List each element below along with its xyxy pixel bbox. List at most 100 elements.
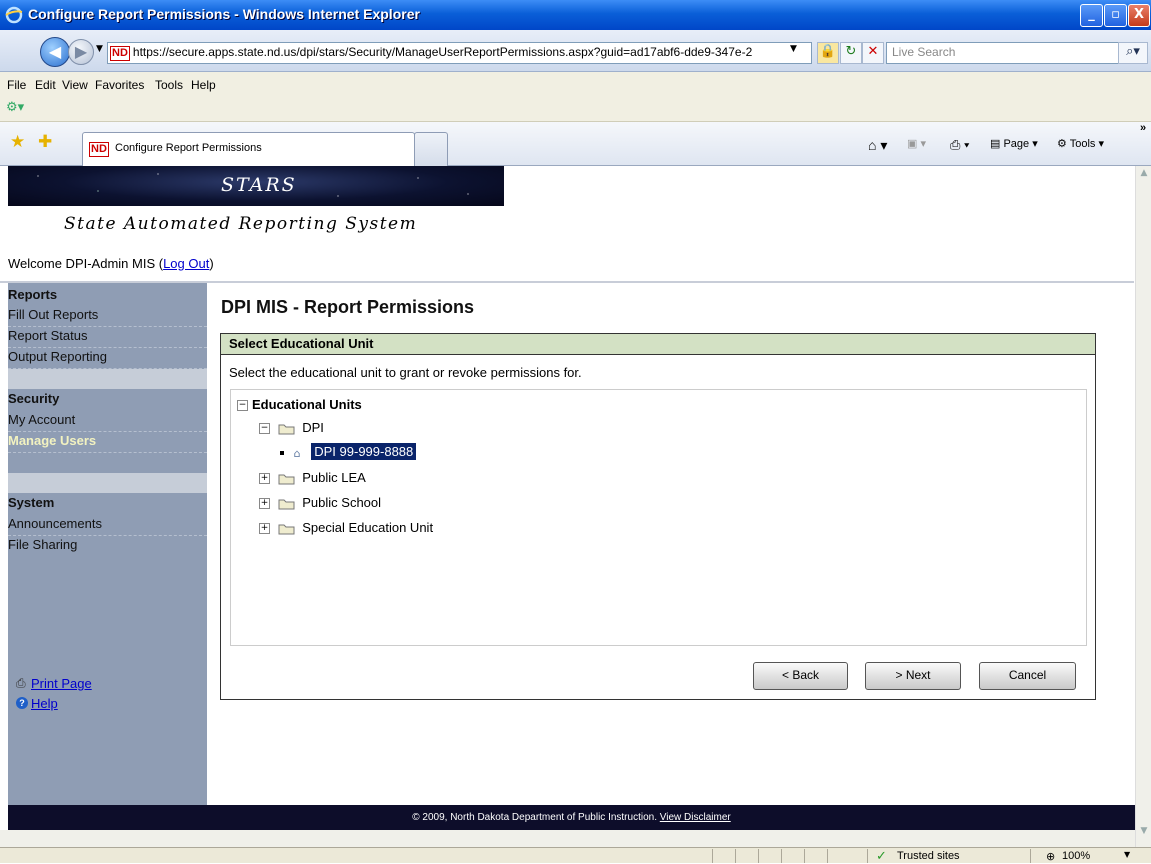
help-icon: ? bbox=[16, 697, 28, 709]
tools-menu[interactable]: ⚙ Tools ▾ bbox=[1057, 137, 1104, 150]
tree-label-public-lea: Public LEA bbox=[302, 470, 366, 485]
sidebar-heading-system: System bbox=[8, 495, 55, 510]
tab-label: Configure Report Permissions bbox=[115, 142, 262, 154]
scroll-up-icon[interactable]: ▲ bbox=[1137, 168, 1151, 184]
close-window-button[interactable]: X bbox=[1128, 4, 1150, 27]
toolbar-overflow-icon[interactable]: » bbox=[1140, 122, 1146, 134]
scroll-down-icon[interactable]: ▼ bbox=[1137, 826, 1151, 842]
tree-node-public-lea[interactable]: + Public LEA bbox=[259, 470, 366, 485]
add-favorite-icon[interactable]: ✚ bbox=[38, 132, 52, 152]
folder-icon bbox=[278, 499, 295, 510]
security-zone[interactable]: Trusted sites bbox=[897, 850, 960, 862]
sidebar-divider bbox=[8, 452, 207, 474]
page-menu[interactable]: ▤ Page ▾ bbox=[990, 137, 1038, 150]
educational-unit-tree: − Educational Units − DPI ⌂ DPI 99-999-88… bbox=[230, 389, 1087, 646]
zoom-icon: ⊕ bbox=[1046, 850, 1056, 863]
sidebar-spacer bbox=[8, 369, 207, 389]
tab-toolbar: ★ ✚ ND Configure Report Permissions ⌂ ▾ … bbox=[0, 122, 1151, 167]
lock-icon[interactable]: 🔒 bbox=[817, 42, 839, 64]
cancel-button[interactable]: Cancel bbox=[979, 662, 1076, 690]
tree-label-dpi-unit: DPI 99-999-8888 bbox=[311, 443, 417, 460]
expand-icon[interactable]: + bbox=[259, 523, 270, 535]
back-button[interactable]: < Back bbox=[753, 662, 848, 690]
horizontal-scroll-area bbox=[0, 830, 1135, 847]
address-url: https://secure.apps.state.nd.us/dpi/star… bbox=[132, 45, 753, 59]
window-title-bar[interactable]: Configure Report Permissions - Windows I… bbox=[0, 0, 1151, 30]
building-icon: ⌂ bbox=[293, 446, 301, 460]
folder-icon bbox=[278, 424, 295, 435]
panel-instructions: Select the educational unit to grant or … bbox=[229, 365, 582, 380]
folder-icon bbox=[278, 524, 295, 535]
stop-icon[interactable]: ✕ bbox=[862, 42, 884, 64]
view-disclaimer-link[interactable]: View Disclaimer bbox=[660, 812, 731, 823]
feeds-icon[interactable]: ▣ ▾ bbox=[907, 137, 926, 150]
tree-label-dpi: DPI bbox=[302, 420, 324, 435]
tree-node-root[interactable]: − Educational Units bbox=[237, 397, 362, 412]
panel-header: Select Educational Unit bbox=[221, 334, 1095, 355]
favorites-star-icon[interactable]: ★ bbox=[10, 132, 25, 152]
page-title: DPI MIS - Report Permissions bbox=[221, 297, 475, 317]
window-title: Configure Report Permissions - Windows I… bbox=[28, 6, 420, 22]
expand-icon[interactable]: + bbox=[259, 498, 270, 510]
sidebar-item-manage-users[interactable]: Manage Users bbox=[8, 431, 207, 453]
refresh-icon[interactable]: ↻ bbox=[840, 42, 862, 64]
address-bar[interactable]: ND https://secure.apps.state.nd.us/dpi/st… bbox=[107, 42, 812, 64]
menu-help[interactable]: Help bbox=[191, 78, 216, 92]
welcome-close: ) bbox=[209, 256, 214, 271]
header-banner: STARS bbox=[8, 166, 504, 206]
welcome-text: Welcome DPI-Admin MIS ( bbox=[8, 256, 164, 271]
minimize-button[interactable]: _ bbox=[1080, 4, 1103, 27]
sidebar-item-report-status[interactable]: Report Status bbox=[8, 326, 207, 348]
menu-favorites[interactable]: Favorites bbox=[95, 78, 144, 92]
menu-edit[interactable]: Edit bbox=[35, 78, 56, 92]
menu-bar: File Edit View Favorites Tools Help ⚙▾ bbox=[0, 72, 1151, 122]
page-menu-label: Page bbox=[1003, 138, 1030, 150]
tree-node-dpi[interactable]: − DPI bbox=[259, 420, 324, 435]
sidebar-spacer-2 bbox=[8, 473, 207, 493]
address-toolbar: ◀ ▶ ▼ ND https://secure.apps.state.nd.us/… bbox=[0, 30, 1151, 72]
trusted-check-icon: ✓ bbox=[876, 849, 887, 864]
address-dropdown-icon[interactable]: ▼ bbox=[790, 44, 797, 54]
sidebar-item-fill-out-reports[interactable]: Fill Out Reports bbox=[8, 305, 207, 327]
footer-copyright: © 2009, North Dakota Department of Publi… bbox=[412, 812, 660, 823]
zoom-dropdown-icon[interactable]: ▼ bbox=[1124, 850, 1130, 859]
help-link[interactable]: Help bbox=[31, 696, 58, 711]
tools-menu-label: Tools bbox=[1069, 138, 1096, 150]
tree-node-public-school[interactable]: + Public School bbox=[259, 495, 381, 510]
menu-view[interactable]: View bbox=[62, 78, 88, 92]
zoom-level[interactable]: 100% bbox=[1062, 850, 1090, 862]
history-dropdown-icon[interactable]: ▼ bbox=[96, 44, 103, 54]
tab-favicon: ND bbox=[89, 142, 109, 157]
next-button[interactable]: > Next bbox=[865, 662, 961, 690]
expand-icon[interactable]: + bbox=[259, 473, 270, 485]
select-unit-panel: Select Educational Unit Select the educa… bbox=[220, 333, 1096, 700]
stars-header: STARS State Automated Reporting System bbox=[8, 166, 504, 249]
tree-node-dpi-99-999-8888[interactable]: ⌂ DPI 99-999-8888 bbox=[280, 443, 417, 460]
live-search-input[interactable]: Live Search bbox=[886, 42, 1121, 64]
new-tab-button[interactable] bbox=[414, 132, 448, 167]
logout-link[interactable]: Log Out bbox=[163, 256, 209, 271]
folder-icon bbox=[278, 474, 295, 485]
home-icon[interactable]: ⌂ ▾ bbox=[868, 137, 887, 154]
sidebar-item-file-sharing[interactable]: File Sharing bbox=[8, 535, 207, 556]
collapse-icon[interactable]: − bbox=[237, 400, 248, 412]
tab-configure-report-permissions[interactable]: ND Configure Report Permissions bbox=[82, 132, 415, 167]
addon-icon[interactable]: ⚙▾ bbox=[6, 100, 24, 115]
sidebar-heading-security: Security bbox=[8, 391, 60, 406]
print-icon[interactable]: ⎙ ▾ bbox=[950, 137, 969, 153]
forward-nav-button[interactable]: ▶ bbox=[68, 39, 94, 65]
tree-label-special-education-unit: Special Education Unit bbox=[302, 520, 434, 535]
sidebar-item-announcements[interactable]: Announcements bbox=[8, 514, 207, 536]
sidebar-item-my-account[interactable]: My Account bbox=[8, 410, 207, 432]
vertical-scrollbar[interactable]: ▲ ▼ bbox=[1135, 166, 1151, 847]
menu-file[interactable]: File bbox=[7, 78, 26, 92]
sidebar-item-output-reporting[interactable]: Output Reporting bbox=[8, 347, 207, 369]
search-icon[interactable]: ⌕▾ bbox=[1118, 42, 1148, 64]
print-page-link[interactable]: Print Page bbox=[31, 676, 92, 691]
menu-tools[interactable]: Tools bbox=[155, 78, 183, 92]
tree-node-special-education-unit[interactable]: + Special Education Unit bbox=[259, 520, 433, 535]
site-subtitle: State Automated Reporting System bbox=[64, 214, 418, 234]
restore-button[interactable]: ▫ bbox=[1104, 4, 1127, 27]
back-nav-button[interactable]: ◀ bbox=[40, 37, 70, 67]
collapse-icon[interactable]: − bbox=[259, 423, 270, 435]
